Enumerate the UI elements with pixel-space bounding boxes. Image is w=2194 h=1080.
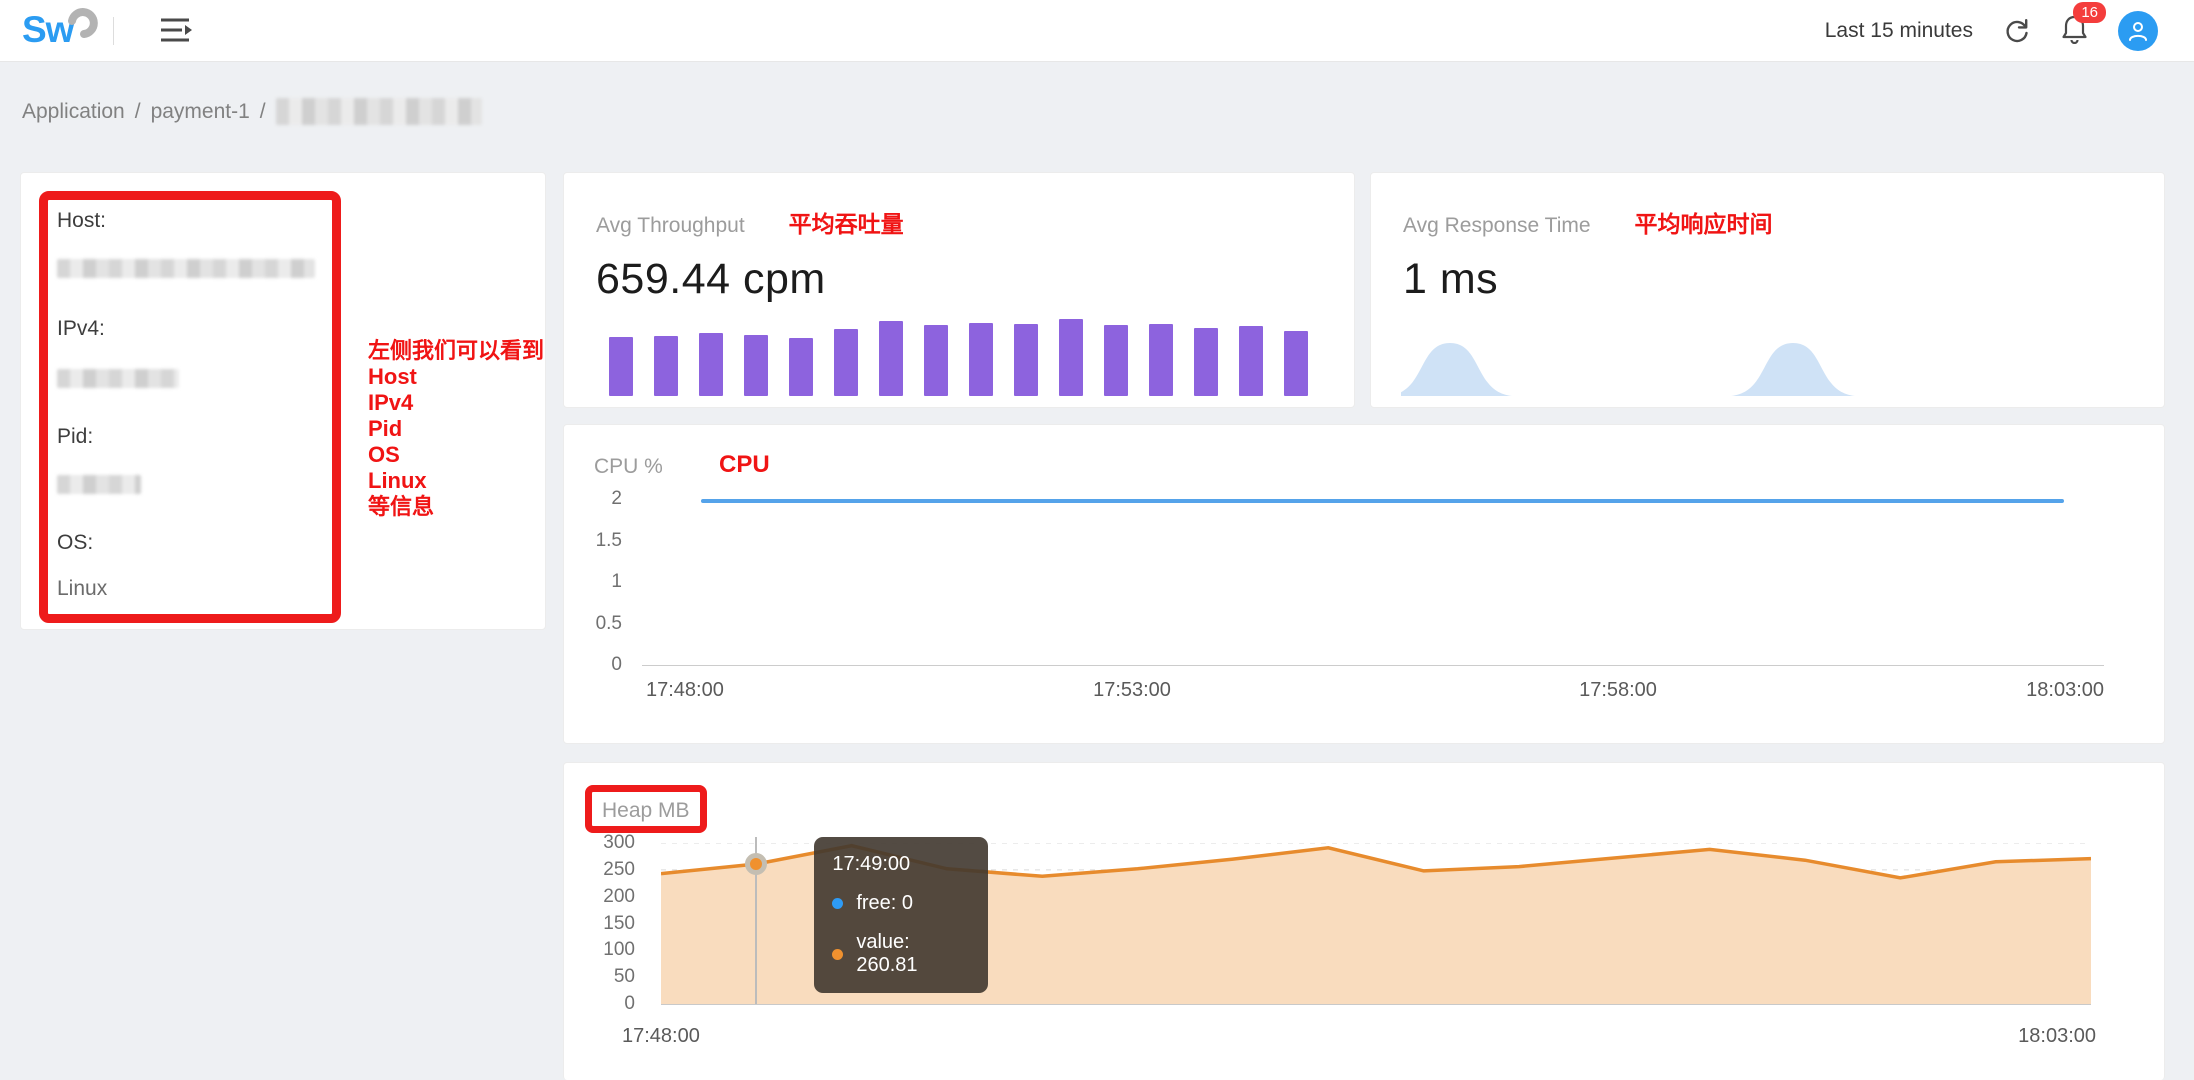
throughput-bar xyxy=(654,336,678,396)
cpu-plot-area[interactable] xyxy=(646,499,2091,665)
throughput-bar xyxy=(924,325,948,396)
throughput-bar xyxy=(699,333,723,396)
refresh-button[interactable] xyxy=(2003,17,2031,45)
cpu-y-tick: 1.5 xyxy=(596,530,622,552)
divider xyxy=(113,17,114,45)
response-label: Avg Response Time xyxy=(1403,214,1591,238)
throughput-value: 659.44 cpm xyxy=(596,255,1322,304)
cpu-x-axis: 17:48:00 17:53:00 17:58:00 18:03:00 xyxy=(646,679,2104,705)
pid-label: Pid: xyxy=(57,425,93,449)
breadcrumb-application[interactable]: Application xyxy=(22,100,125,124)
host-value-redacted xyxy=(57,259,315,278)
app-logo[interactable]: Sw xyxy=(22,8,99,52)
heap-y-tick: 250 xyxy=(603,859,635,881)
cpu-x-axis-line xyxy=(642,665,2104,666)
throughput-bar xyxy=(1059,319,1083,396)
throughput-bar xyxy=(834,329,858,396)
throughput-bar xyxy=(1239,326,1263,396)
cpu-line-series xyxy=(701,499,2064,503)
heap-x-axis-line xyxy=(661,1004,2091,1005)
notifications-button[interactable]: 16 xyxy=(2061,14,2088,49)
throughput-bar xyxy=(789,338,813,396)
breadcrumb-separator: / xyxy=(135,100,141,124)
cpu-chart-title: CPU % xyxy=(594,455,663,479)
value-series-dot-icon xyxy=(832,949,843,960)
heap-y-tick: 100 xyxy=(603,939,635,961)
heap-chart-card: Heap MB 300 250 200 150 100 50 0 17:49:00 free… xyxy=(563,762,2165,1080)
cpu-y-axis: 21.510.50 xyxy=(564,499,634,665)
heap-y-tick: 200 xyxy=(603,886,635,908)
ipv4-value-redacted xyxy=(57,369,179,388)
response-area-chart[interactable] xyxy=(1401,338,2136,401)
heap-y-tick: 300 xyxy=(603,832,635,854)
throughput-bar xyxy=(1104,325,1128,396)
tooltip-time: 17:49:00 xyxy=(832,853,970,876)
cpu-annotation: CPU xyxy=(719,451,770,479)
heap-y-tick: 150 xyxy=(603,913,635,935)
breadcrumb: Application / payment-1 / xyxy=(22,98,482,125)
breadcrumb-redacted-instance xyxy=(276,98,482,125)
throughput-bar-chart[interactable] xyxy=(609,318,1308,396)
response-annotation: 平均响应时间 xyxy=(1635,205,1773,239)
heap-y-axis: 300250200150100500 xyxy=(564,843,649,1004)
cpu-x-tick: 17:48:00 xyxy=(646,679,724,702)
breadcrumb-service[interactable]: payment-1 xyxy=(151,100,250,124)
logo-text: Sw xyxy=(22,8,73,52)
cpu-x-tick: 17:58:00 xyxy=(1579,679,1657,702)
heap-plot-area[interactable]: 17:49:00 free: 0 value: 260.81 xyxy=(661,843,2091,1004)
tooltip-value-text: value: 260.81 xyxy=(856,931,970,977)
throughput-bar xyxy=(969,323,993,396)
os-value: Linux xyxy=(57,577,107,601)
throughput-label: Avg Throughput xyxy=(596,214,745,238)
chart-tooltip: 17:49:00 free: 0 value: 260.81 xyxy=(814,837,988,993)
pid-value-redacted xyxy=(57,475,141,494)
free-series-dot-icon xyxy=(832,898,843,909)
user-icon xyxy=(2126,19,2150,43)
heap-x-tick-start: 17:48:00 xyxy=(622,1025,700,1048)
throughput-bar xyxy=(1149,324,1173,396)
throughput-bar xyxy=(1194,328,1218,396)
heap-y-tick: 0 xyxy=(624,993,635,1015)
tooltip-free-text: free: 0 xyxy=(856,892,913,915)
cpu-chart-card: CPU % CPU 2 1.5 1 0.5 0 17:48:00 17:53:00 17:5… xyxy=(563,424,2165,744)
cpu-y-tick: 0.5 xyxy=(596,613,622,635)
red-annotation-box xyxy=(39,191,341,623)
avg-throughput-card: Avg Throughput 平均吞吐量 659.44 cpm xyxy=(563,172,1355,408)
throughput-bar xyxy=(1014,324,1038,396)
throughput-bar xyxy=(609,337,633,396)
breadcrumb-separator: / xyxy=(260,100,266,124)
heap-y-tick: 50 xyxy=(614,966,635,988)
sidebar-toggle-icon[interactable] xyxy=(158,16,198,46)
notification-badge: 16 xyxy=(2073,2,2106,23)
cpu-y-tick: 0 xyxy=(611,654,622,676)
tooltip-row: value: 260.81 xyxy=(832,931,970,977)
throughput-bar xyxy=(744,335,768,396)
user-avatar[interactable] xyxy=(2118,11,2158,51)
avg-response-time-card: Avg Response Time 平均响应时间 1 ms xyxy=(1370,172,2165,408)
host-label: Host: xyxy=(57,209,106,233)
left-annotation-note: 左侧我们可以看到 Host IPv4 Pid OS Linux 等信息 xyxy=(368,338,544,520)
refresh-icon xyxy=(2003,17,2031,45)
tooltip-row: free: 0 xyxy=(832,892,970,915)
logo-swoosh-icon xyxy=(67,6,99,43)
throughput-bar xyxy=(1284,331,1308,396)
response-value: 1 ms xyxy=(1403,255,2132,304)
ipv4-label: IPv4: xyxy=(57,317,105,341)
time-range-selector[interactable]: Last 15 minutes xyxy=(1825,19,1973,43)
cpu-x-tick: 17:53:00 xyxy=(1093,679,1171,702)
heap-x-tick-end: 18:03:00 xyxy=(2018,1025,2096,1048)
topbar-actions: Last 15 minutes 16 xyxy=(1825,0,2158,62)
heap-chart-title: Heap MB xyxy=(602,799,690,823)
os-label: OS: xyxy=(57,531,93,555)
cpu-y-tick: 2 xyxy=(611,488,622,510)
throughput-annotation: 平均吞吐量 xyxy=(789,205,904,239)
throughput-bar xyxy=(879,321,903,396)
cpu-y-tick: 1 xyxy=(611,571,622,593)
top-bar: Sw Last 15 minutes 16 xyxy=(0,0,2194,62)
cpu-x-tick: 18:03:00 xyxy=(2026,679,2104,702)
